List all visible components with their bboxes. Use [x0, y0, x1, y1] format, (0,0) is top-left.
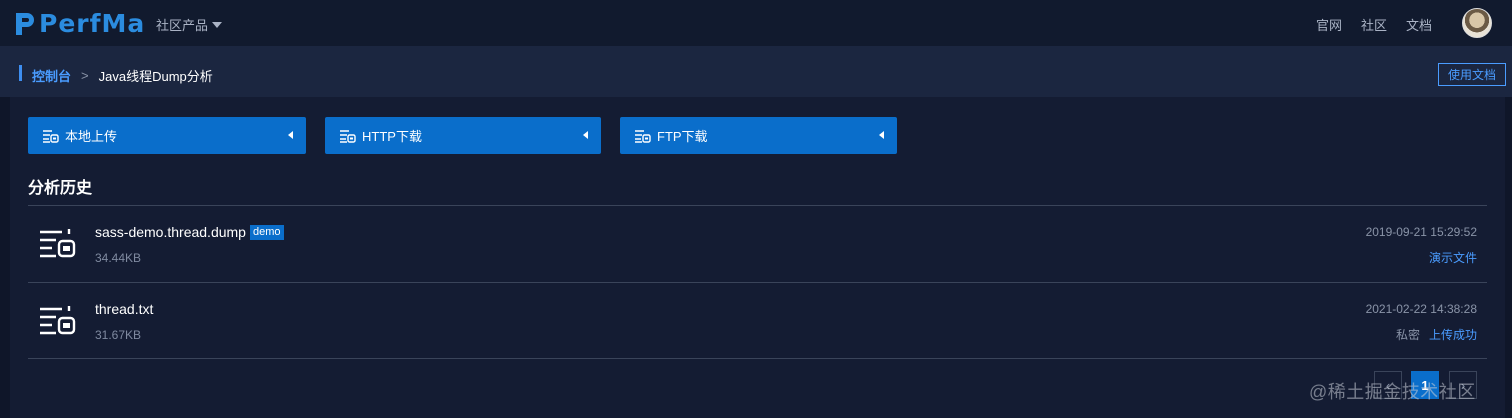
- top-links: 官网 社区 文档: [1316, 15, 1432, 34]
- http-download-label: HTTP下载: [362, 129, 422, 144]
- file-status: 私密 上传成功: [1396, 326, 1477, 343]
- nav-link-official-site[interactable]: 官网: [1316, 15, 1342, 34]
- upload-file-icon: [43, 129, 59, 143]
- nav-link-community[interactable]: 社区: [1361, 15, 1387, 34]
- breadcrumb-separator: >: [81, 68, 89, 83]
- breadcrumb-current-page: Java线程Dump分析: [98, 69, 213, 84]
- local-upload-label: 本地上传: [65, 129, 118, 144]
- community-products-label: 社区产品: [156, 18, 209, 33]
- caret-left-icon: [288, 131, 293, 139]
- status-link[interactable]: 演示文件: [1429, 249, 1477, 266]
- community-products-menu[interactable]: 社区产品: [156, 15, 223, 34]
- ftp-download-label: FTP下载: [657, 129, 708, 144]
- perfma-logo[interactable]: PerfMa: [13, 8, 145, 38]
- caret-left-icon: [879, 131, 884, 139]
- file-name[interactable]: sass-demo.thread.dump demo: [95, 224, 284, 240]
- nav-link-docs[interactable]: 文档: [1406, 15, 1432, 34]
- file-size: 31.67KB: [95, 328, 142, 342]
- breadcrumb: 控制台 > Java线程Dump分析: [32, 66, 213, 85]
- breadcrumb-console-link[interactable]: 控制台: [32, 66, 71, 85]
- file-date: 2021-02-22 14:38:28: [1365, 302, 1477, 316]
- usage-docs-button[interactable]: 使用文档: [1438, 63, 1506, 86]
- list-item[interactable]: sass-demo.thread.dump demo 34.44KB 2019-…: [28, 206, 1487, 282]
- breadcrumb-accent-bar: [19, 65, 22, 81]
- file-name-text: sass-demo.thread.dump: [95, 224, 246, 240]
- file-name[interactable]: thread.txt: [95, 301, 153, 317]
- local-upload-button[interactable]: 本地上传: [28, 117, 306, 154]
- dump-file-icon: [40, 306, 76, 335]
- demo-badge: demo: [249, 224, 284, 240]
- perfma-logo-icon: [16, 13, 34, 35]
- user-avatar[interactable]: [1462, 8, 1492, 38]
- caret-down-icon: [212, 21, 223, 28]
- status-link[interactable]: 上传成功: [1429, 326, 1477, 343]
- private-label: 私密: [1395, 328, 1420, 342]
- http-file-icon: [340, 129, 356, 143]
- file-date: 2019-09-21 15:29:52: [1365, 225, 1477, 239]
- ftp-download-button[interactable]: FTP下载: [620, 117, 897, 154]
- file-name-text: thread.txt: [95, 301, 154, 317]
- dump-file-icon: [40, 229, 76, 258]
- caret-left-icon: [583, 131, 588, 139]
- logo-text: PerfMa: [39, 8, 146, 38]
- ftp-file-icon: [635, 129, 651, 143]
- file-size: 34.44KB: [95, 251, 142, 265]
- analysis-history-title: 分析历史: [28, 180, 93, 197]
- file-status: 演示文件: [1429, 249, 1477, 266]
- divider: [28, 358, 1487, 359]
- http-download-button[interactable]: HTTP下载: [325, 117, 601, 154]
- watermark: @稀土掘金技术社区: [1309, 382, 1476, 402]
- list-item[interactable]: thread.txt 31.67KB 2021-02-22 14:38:28 私…: [28, 283, 1487, 359]
- breadcrumb-bar: 控制台 > Java线程Dump分析 使用文档: [0, 46, 1512, 97]
- top-navbar: PerfMa 社区产品 官网 社区 文档: [0, 0, 1512, 46]
